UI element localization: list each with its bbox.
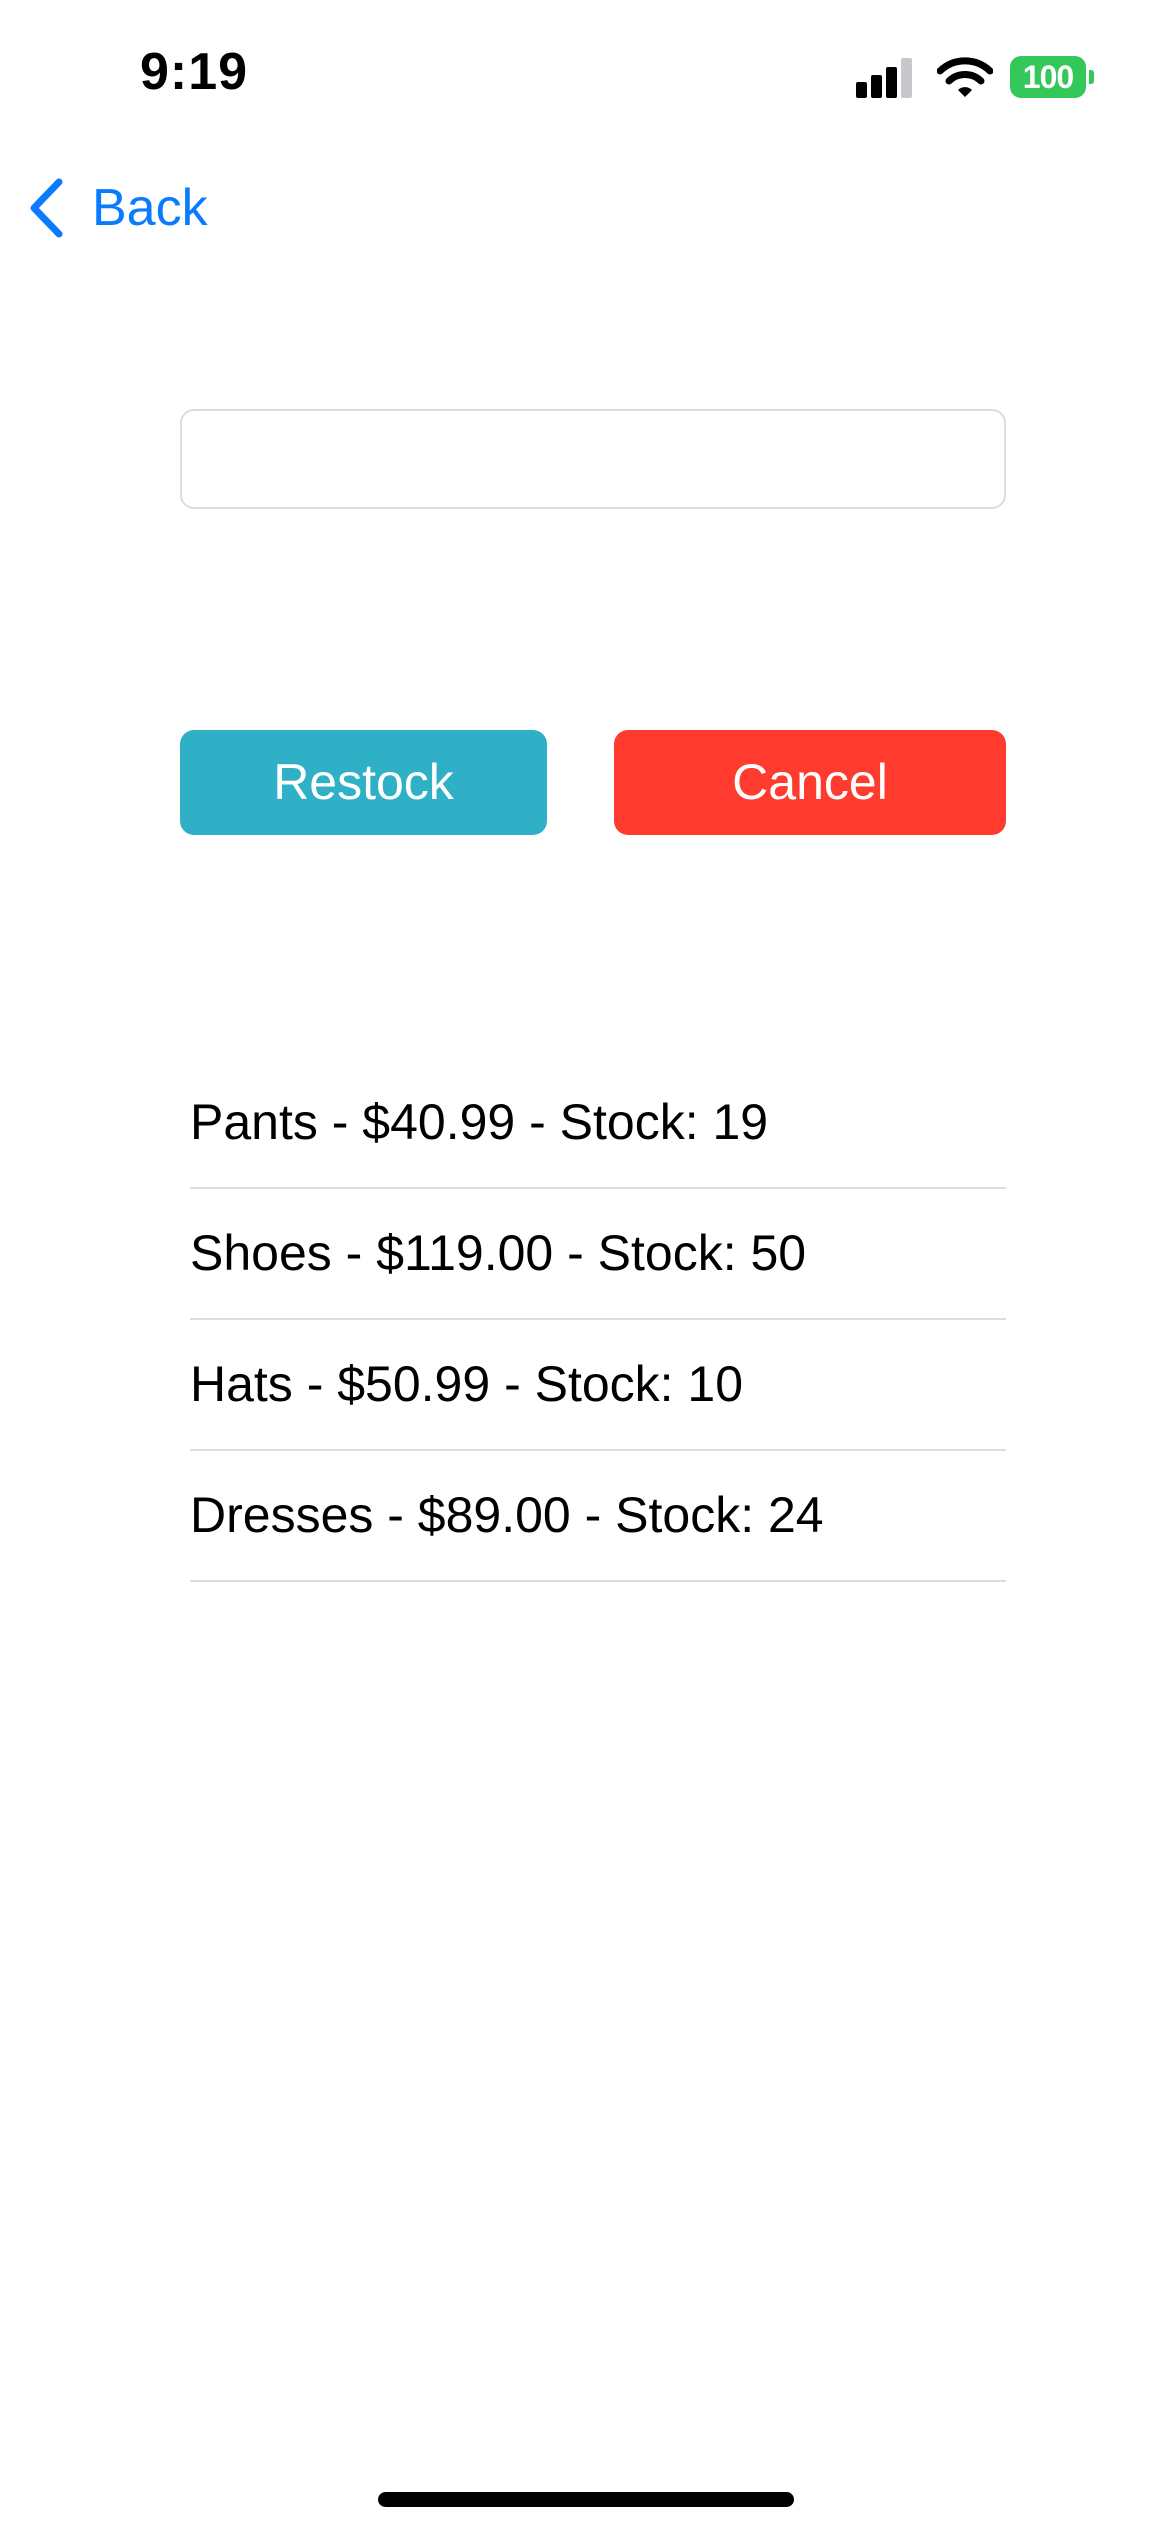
cancel-button[interactable]: Cancel <box>614 730 1006 835</box>
chevron-left-icon <box>30 178 63 238</box>
signal-bar <box>886 67 897 98</box>
restock-quantity-input[interactable] <box>180 409 1006 509</box>
back-button[interactable]: Back <box>26 172 208 244</box>
list-item[interactable]: Pants - $40.99 - Stock: 19 <box>190 1058 1006 1189</box>
restock-button[interactable]: Restock <box>180 730 547 835</box>
list-item[interactable]: Shoes - $119.00 - Stock: 50 <box>190 1189 1006 1320</box>
status-time: 9:19 <box>140 43 249 101</box>
battery-tip <box>1089 70 1094 84</box>
list-item[interactable]: Dresses - $89.00 - Stock: 24 <box>190 1451 1006 1582</box>
home-indicator[interactable] <box>378 2492 794 2507</box>
battery-level: 100 <box>1010 56 1086 98</box>
list-item[interactable]: Hats - $50.99 - Stock: 10 <box>190 1320 1006 1451</box>
cellular-signal-icon <box>856 58 914 98</box>
signal-bar <box>871 75 882 98</box>
signal-bar <box>856 82 867 98</box>
back-label: Back <box>92 179 208 237</box>
wifi-icon <box>936 56 994 98</box>
inventory-list: Pants - $40.99 - Stock: 19 Shoes - $119.… <box>190 1058 1006 1582</box>
battery-icon: 100 <box>1010 56 1094 98</box>
signal-bar <box>901 58 912 98</box>
